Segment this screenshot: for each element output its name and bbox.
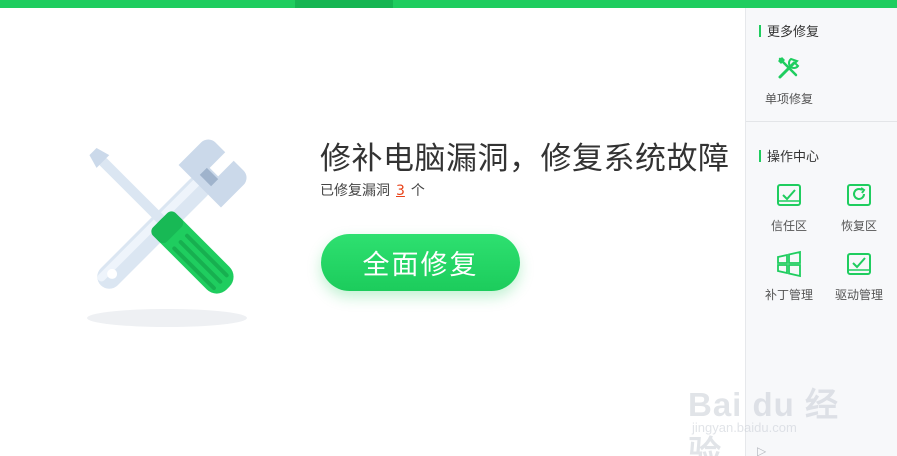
top-bar <box>0 0 897 8</box>
single-repair-tool[interactable]: 单项修复 <box>757 53 821 107</box>
restore-zone-icon <box>847 184 871 206</box>
restore-zone-tool[interactable]: 恢复区 <box>827 180 891 234</box>
more-repair-section-title: 更多修复 <box>759 21 819 40</box>
main-panel: 修补电脑漏洞，修复系统故障 已修复漏洞 3 个 全面修复 <box>0 8 745 456</box>
driver-manage-label: 驱动管理 <box>834 288 883 302</box>
baidu-jingyan-watermark: Bai du 经验 jingyan.baidu.com <box>688 360 858 456</box>
trust-zone-tool[interactable]: 信任区 <box>757 180 821 234</box>
full-repair-button[interactable]: 全面修复 <box>321 234 520 291</box>
collapse-arrow-icon[interactable]: ▷ <box>757 444 766 456</box>
status-suffix: 个 <box>410 183 425 199</box>
operation-center-title: 操作中心 <box>767 150 820 165</box>
driver-manage-tool[interactable]: 驱动管理 <box>827 249 891 303</box>
single-repair-label: 单项修复 <box>764 92 813 106</box>
sidebar-divider <box>746 121 897 122</box>
patch-manage-label: 补丁管理 <box>764 288 813 302</box>
watermark-text: Bai du 经验 <box>688 386 840 456</box>
page-headline: 修补电脑漏洞，修复系统故障 <box>320 141 730 177</box>
vulnerability-status: 已修复漏洞 3 个 <box>320 180 425 200</box>
active-tab-indicator[interactable] <box>295 0 393 8</box>
watermark-url: jingyan.baidu.com <box>692 420 797 435</box>
windows-patch-icon <box>777 250 801 278</box>
fixed-count: 3 <box>396 183 405 199</box>
section-marker <box>759 24 761 37</box>
patch-manage-tool[interactable]: 补丁管理 <box>757 249 821 303</box>
driver-manage-icon <box>847 253 871 275</box>
trust-zone-icon <box>777 184 801 206</box>
trust-zone-label: 信任区 <box>770 219 807 233</box>
status-prefix: 已修复漏洞 <box>320 183 390 199</box>
operation-center-section-title: 操作中心 <box>759 146 819 165</box>
section-marker <box>759 149 761 162</box>
tools-icon <box>778 57 800 79</box>
restore-zone-label: 恢复区 <box>840 219 877 233</box>
more-repair-title: 更多修复 <box>767 25 820 40</box>
wrench-and-screwdriver-icon <box>87 139 247 327</box>
